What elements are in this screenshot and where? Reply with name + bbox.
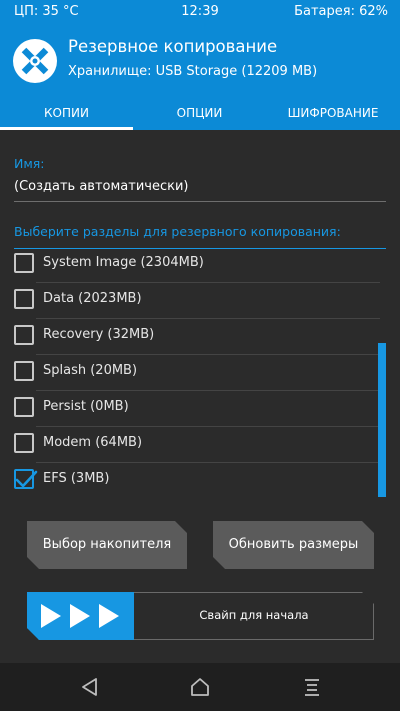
partition-item-splash[interactable]: Splash (20MB) xyxy=(0,355,380,391)
partition-label: EFS (3MB) xyxy=(43,471,110,486)
back-icon[interactable] xyxy=(78,675,102,699)
battery-level: Батарея: 62% xyxy=(294,4,388,19)
partition-item-efs[interactable]: EFS (3MB) xyxy=(0,463,380,497)
checkbox[interactable] xyxy=(14,289,34,309)
navigation-bar xyxy=(0,663,400,711)
select-storage-button[interactable]: Выбор накопителя xyxy=(27,521,187,569)
partition-label: Recovery (32MB) xyxy=(43,327,155,342)
partition-item-persist[interactable]: Persist (0MB) xyxy=(0,391,380,427)
partition-label: Data (2023MB) xyxy=(43,291,142,306)
storage-info: Хранилище: USB Storage (12209 MB) xyxy=(68,64,318,79)
tab-bar: КОПИИ ОПЦИИ ШИФРОВАНИЕ xyxy=(0,100,400,130)
tab-encryption[interactable]: ШИФРОВАНИЕ xyxy=(266,100,400,130)
partition-label: Persist (0MB) xyxy=(43,399,129,414)
scrollbar-thumb[interactable] xyxy=(378,343,386,497)
status-bar: ЦП: 35 °C 12:39 Батарея: 62% xyxy=(0,0,400,24)
page-title: Резервное копирование xyxy=(68,37,278,56)
partition-item-modem[interactable]: Modem (64MB) xyxy=(0,427,380,463)
menu-icon[interactable] xyxy=(300,675,324,699)
partition-label: System Image (2304MB) xyxy=(43,255,204,270)
partition-list[interactable]: System Image (2304MB) Data (2023MB) Reco… xyxy=(0,249,400,497)
triple-arrow-icon xyxy=(39,604,127,628)
tab-backups[interactable]: КОПИИ xyxy=(0,100,133,130)
checkbox[interactable] xyxy=(14,361,34,381)
swipe-label: Свайп для начала xyxy=(199,608,309,622)
swipe-handle[interactable] xyxy=(27,592,134,640)
home-icon[interactable] xyxy=(188,675,212,699)
partition-label: Splash (20MB) xyxy=(43,363,138,378)
swipe-to-start[interactable]: Свайп для начала xyxy=(27,592,374,640)
partition-item-system-image[interactable]: System Image (2304MB) xyxy=(0,249,380,283)
partition-label: Modem (64MB) xyxy=(43,435,143,450)
checkmark-icon xyxy=(15,470,38,488)
app-header: ЦП: 35 °C 12:39 Батарея: 62% Резервное к… xyxy=(0,0,400,130)
checkbox[interactable] xyxy=(14,325,34,345)
partitions-label: Выберите разделы для резервного копирова… xyxy=(14,224,341,239)
checkbox[interactable] xyxy=(14,397,34,417)
tab-options[interactable]: ОПЦИИ xyxy=(133,100,266,130)
name-label: Имя: xyxy=(14,156,45,171)
checkbox-checked[interactable] xyxy=(14,469,38,489)
backup-name-input[interactable]: (Создать автоматически) xyxy=(14,176,386,202)
checkbox[interactable] xyxy=(14,253,34,273)
partition-item-recovery[interactable]: Recovery (32MB) xyxy=(0,319,380,355)
partition-item-data[interactable]: Data (2023MB) xyxy=(0,283,380,319)
refresh-sizes-button[interactable]: Обновить размеры xyxy=(213,521,374,569)
twrp-logo-icon xyxy=(12,38,58,84)
checkbox[interactable] xyxy=(14,433,34,453)
